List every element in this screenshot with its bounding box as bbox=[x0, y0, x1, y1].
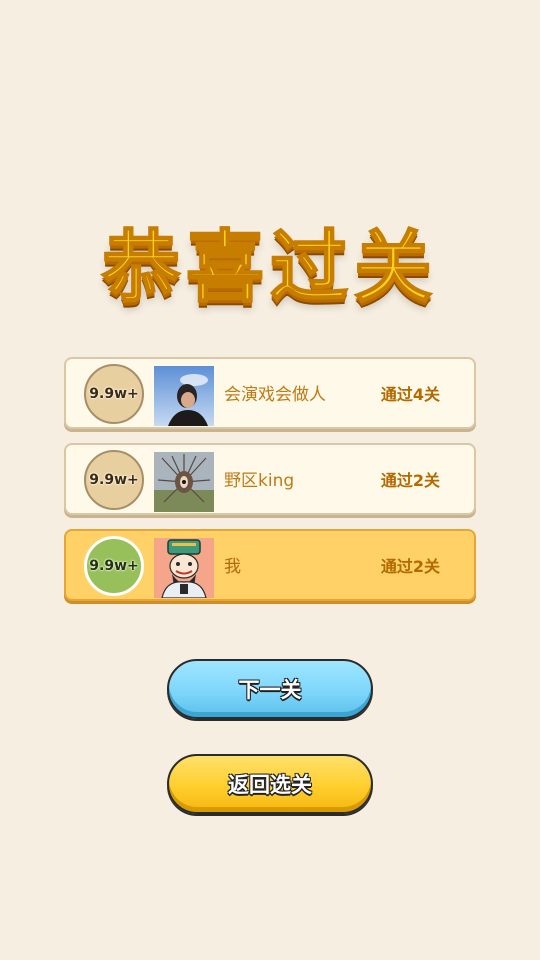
avatar bbox=[154, 538, 214, 598]
congrats-title: 恭喜过关 bbox=[101, 221, 438, 314]
back-to-level-select-button[interactable]: 返回选关 bbox=[167, 754, 373, 814]
leaderboard: 9.9w+ 会演戏会做人 通过4关 9.9w+ 野区king 通过2关 9.9w… bbox=[64, 357, 476, 615]
leaderboard-row: 9.9w+ 野区king 通过2关 bbox=[64, 443, 476, 515]
levels-passed: 通过4关 bbox=[380, 385, 440, 404]
avatar bbox=[154, 366, 214, 426]
leaderboard-row-me: 9.9w+ 我 通过2关 bbox=[64, 529, 476, 601]
score-badge: 9.9w+ bbox=[84, 450, 144, 510]
player-name: 我 bbox=[224, 557, 241, 577]
next-level-button[interactable]: 下一关 bbox=[167, 659, 373, 719]
score-badge: 9.9w+ bbox=[84, 536, 144, 596]
player-name: 会演戏会做人 bbox=[224, 385, 326, 405]
leaderboard-row: 9.9w+ 会演戏会做人 通过4关 bbox=[64, 357, 476, 429]
score-badge: 9.9w+ bbox=[84, 364, 144, 424]
levels-passed: 通过2关 bbox=[380, 557, 440, 576]
levels-passed: 通过2关 bbox=[380, 471, 440, 490]
player-name: 野区king bbox=[224, 471, 295, 491]
avatar bbox=[154, 452, 214, 512]
